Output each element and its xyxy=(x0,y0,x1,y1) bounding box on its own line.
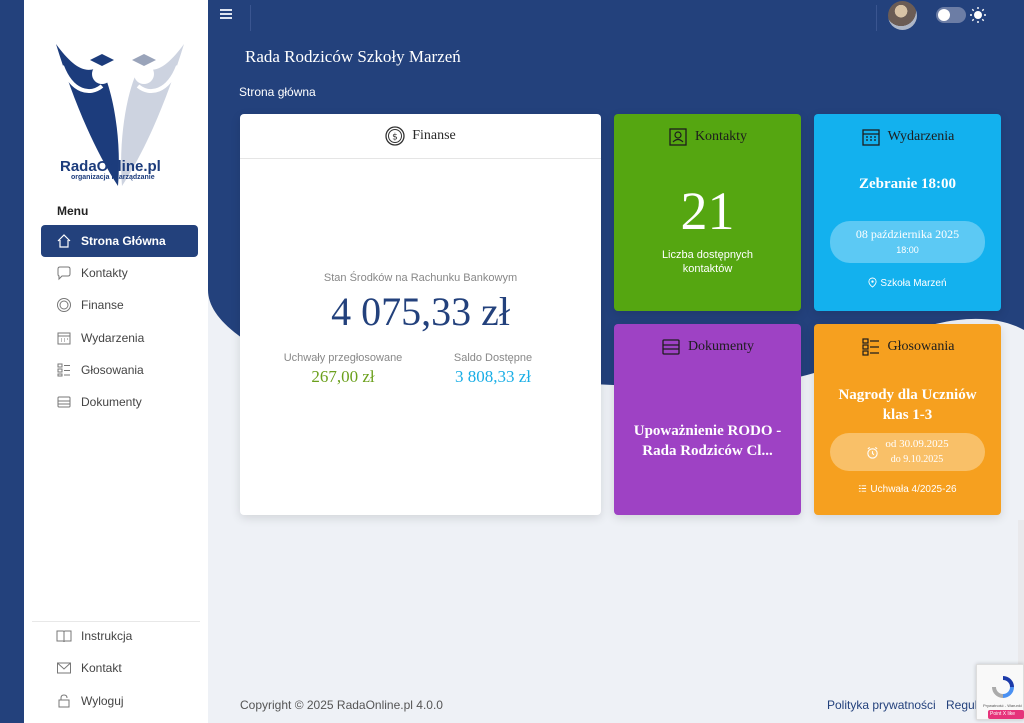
recaptcha-text: Prywatność - Warunki xyxy=(983,703,1022,708)
topbar xyxy=(208,0,1024,34)
documents-card-title: Dokumenty xyxy=(687,338,755,354)
vote-title: Nagrody dla Uczniów klas 1-3 xyxy=(838,387,977,423)
available-label: Saldo Dostępne xyxy=(453,352,533,364)
alarm-clock-icon xyxy=(867,446,879,459)
events-card[interactable]: Wydarzenia Zebranie 18:00 08 październik… xyxy=(814,114,1001,311)
checklist-icon xyxy=(861,337,879,356)
checklist-icon xyxy=(56,362,72,378)
location-pin-icon xyxy=(868,277,877,288)
sidebar-item-finanse[interactable]: Finanse xyxy=(41,289,198,321)
terms-link[interactable]: Regul xyxy=(946,698,977,712)
list-icon xyxy=(859,485,867,492)
archive-icon xyxy=(56,394,72,410)
sidebar-item-label: Strona Główna xyxy=(81,234,166,248)
votes-card[interactable]: Głosowania Nagrody dla Uczniów klas 1-3 … xyxy=(814,324,1001,515)
hamburger-menu-icon[interactable] xyxy=(220,9,232,19)
contacts-count: 21 xyxy=(680,181,735,241)
events-card-header: Wydarzenia xyxy=(814,114,1001,159)
sidebar-item-label: Instrukcja xyxy=(81,629,133,643)
vote-resolution: Uchwała 4/2025-26 xyxy=(814,484,1001,495)
sidebar-item-instrukcja[interactable]: Instrukcja xyxy=(41,620,198,652)
vote-date-from: od 30.09.2025 xyxy=(885,438,949,450)
chat-icon xyxy=(56,265,72,281)
theme-toggle[interactable] xyxy=(936,7,966,23)
sidebar-item-strona-glowna[interactable]: Strona Główna xyxy=(41,225,198,257)
brand-name: RadaOnline.pl xyxy=(60,158,161,175)
balance-amount: 4 075,33 zł xyxy=(331,289,510,334)
votes-card-header: Głosowania xyxy=(814,324,1001,369)
vote-resolution-label: Uchwała 4/2025-26 xyxy=(870,484,957,495)
vote-dates-pill: od 30.09.2025 do 9.10.2025 xyxy=(830,433,985,471)
topbar-divider xyxy=(250,5,251,31)
sidebar-item-kontakty[interactable]: Kontakty xyxy=(41,257,198,289)
sidebar: RadaOnline.pl organizacja i zarządzanie … xyxy=(24,0,208,723)
sidebar-item-wydarzenia[interactable]: Wydarzenia xyxy=(41,322,198,354)
svg-text:$: $ xyxy=(392,133,398,143)
pointx-badge[interactable]: Point X like xyxy=(988,710,1024,719)
topbar-divider xyxy=(876,5,877,31)
brand-tagline: organizacja i zarządzanie xyxy=(71,174,155,181)
home-icon xyxy=(56,233,72,249)
calendar-icon xyxy=(56,330,72,346)
sidebar-item-wyloguj[interactable]: Wyloguj xyxy=(41,685,198,717)
event-date-pill: 08 października 2025 18:00 xyxy=(830,221,985,263)
sidebar-item-label: Kontakt xyxy=(81,661,122,675)
sidebar-item-label: Kontakty xyxy=(81,266,128,280)
available-value: 3 808,33 zł xyxy=(454,367,532,386)
sun-icon xyxy=(970,7,986,23)
event-date: 08 października 2025 xyxy=(855,227,960,241)
events-card-title: Wydarzenia xyxy=(887,128,955,144)
event-time: 18:00 xyxy=(896,245,919,255)
recaptcha-icon xyxy=(992,676,1014,698)
document-title: Upoważnienie RODO - Rada Rodziców Cl... xyxy=(633,423,782,459)
voted-label: Uchwały przegłosowane xyxy=(283,352,403,364)
page-title: Rada Rodziców Szkoły Marzeń xyxy=(245,47,461,66)
finance-card-title: Finanse xyxy=(412,128,456,143)
votes-card-title: Głosowania xyxy=(887,338,955,354)
breadcrumb[interactable]: Strona główna xyxy=(239,85,316,99)
book-icon xyxy=(56,628,72,644)
lock-icon xyxy=(56,693,72,709)
event-place-label: Szkoła Marzeń xyxy=(880,278,947,289)
sidebar-item-label: Dokumenty xyxy=(81,395,142,409)
sidebar-item-label: Głosowania xyxy=(81,363,144,377)
mail-icon xyxy=(56,660,72,676)
contacts-count-label: Liczba dostępnych kontaktów xyxy=(661,249,754,275)
sidebar-item-label: Finanse xyxy=(81,298,124,312)
documents-card-header: Dokumenty xyxy=(614,324,801,369)
balance-label: Stan Środków na Rachunku Bankowym xyxy=(323,272,518,284)
sidebar-item-label: Wyloguj xyxy=(81,694,124,708)
calendar-icon xyxy=(861,128,880,146)
event-title: Zebranie 18:00 xyxy=(858,176,957,192)
sidebar-item-dokumenty[interactable]: Dokumenty xyxy=(41,386,198,418)
contacts-card[interactable]: Kontakty 21 Liczba dostępnych kontaktów xyxy=(614,114,801,311)
coin-icon xyxy=(56,297,72,313)
contacts-card-header: Kontakty xyxy=(614,114,801,159)
voted-value: 267,00 zł xyxy=(311,367,375,386)
event-place: Szkoła Marzeń xyxy=(814,277,1001,289)
documents-card[interactable]: Dokumenty Upoważnienie RODO - Rada Rodzi… xyxy=(614,324,801,515)
finance-card-header: $ Finanse xyxy=(240,114,601,159)
finance-card[interactable]: $ Finanse Stan Środków na Rachunku Banko… xyxy=(240,114,601,515)
sidebar-item-kontakt[interactable]: Kontakt xyxy=(41,652,198,684)
dollar-coin-icon: $ xyxy=(385,126,405,146)
sidebar-item-glosowania[interactable]: Głosowania xyxy=(41,354,198,386)
sidebar-item-label: Wydarzenia xyxy=(81,331,145,345)
footer-copyright: Copyright © 2025 RadaOnline.pl 4.0.0 xyxy=(240,698,443,712)
avatar[interactable] xyxy=(888,1,917,30)
archive-icon xyxy=(662,338,680,355)
vote-date-to: do 9.10.2025 xyxy=(890,454,944,465)
menu-heading: Menu xyxy=(57,204,89,218)
contacts-card-title: Kontakty xyxy=(694,128,748,144)
contact-card-icon xyxy=(669,127,687,146)
privacy-link[interactable]: Polityka prywatności xyxy=(827,698,936,712)
